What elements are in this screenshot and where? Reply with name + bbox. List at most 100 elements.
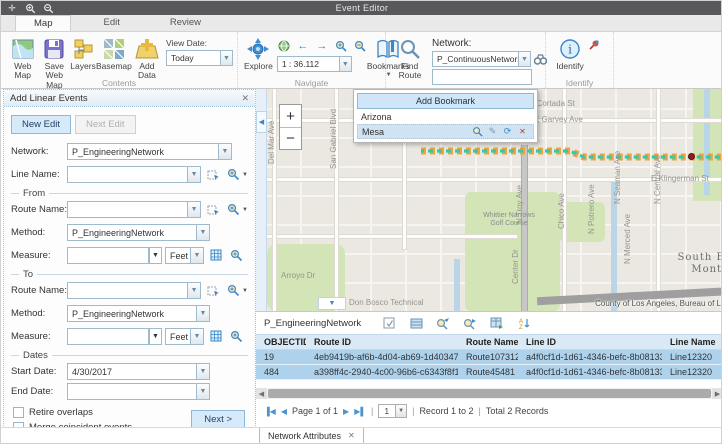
map-zoom-out-button[interactable]: −	[280, 127, 301, 149]
chevron-down-icon[interactable]: ▼	[197, 305, 210, 322]
table-row[interactable]: 194eb9419b-af6b-4d04-ab69-1d403476802bRo…	[256, 350, 722, 365]
chevron-down-icon[interactable]: ▼	[197, 224, 210, 241]
new-edit-button[interactable]: New Edit	[11, 115, 71, 134]
zoom-to-selection-icon[interactable]	[436, 316, 450, 330]
panel-splitter[interactable]: ◀	[256, 89, 267, 311]
basemap-button[interactable]: Basemap	[96, 35, 132, 71]
pan-to-selection-icon[interactable]	[463, 316, 477, 330]
horizontal-scrollbar[interactable]: ◀ ▶	[256, 388, 722, 399]
zoom-in-icon[interactable]	[334, 39, 348, 53]
measure-table-icon[interactable]	[209, 329, 224, 344]
zoom-select-icon[interactable]	[229, 329, 244, 344]
zoom-select-icon[interactable]	[226, 167, 241, 182]
from-route-name-input[interactable]	[67, 201, 188, 218]
explore-button[interactable]: Explore	[244, 35, 273, 71]
refresh-bookmark-icon[interactable]: ⟳	[501, 126, 514, 138]
from-method-select[interactable]: P_EngineeringNetwork	[67, 224, 197, 241]
bookmark-item[interactable]: Arizona	[357, 109, 534, 124]
column-header[interactable]: Route Name	[458, 335, 518, 349]
pushpin-icon[interactable]	[588, 39, 600, 51]
chevron-down-icon[interactable]: ▼	[149, 247, 162, 264]
line-name-input[interactable]	[67, 166, 188, 183]
scrollbar-thumb[interactable]	[268, 389, 711, 398]
from-measure-input[interactable]	[67, 247, 149, 264]
chevron-down-icon[interactable]: ▼	[518, 51, 531, 67]
zoom-out-icon[interactable]	[353, 39, 367, 53]
start-date-input[interactable]: 4/30/2017	[67, 363, 197, 380]
next-extent-icon[interactable]: →	[315, 39, 329, 53]
tab-network-attributes[interactable]: Network Attributes ✕	[259, 428, 364, 444]
to-method-select[interactable]: P_EngineeringNetwork	[67, 305, 197, 322]
zoom-to-bookmark-icon[interactable]	[471, 126, 484, 138]
scale-combo[interactable]: 1 : 36.112 ▼	[277, 56, 367, 72]
chevron-down-icon[interactable]: ▼	[188, 166, 201, 183]
chevron-down-icon[interactable]: ▼	[242, 172, 248, 178]
bookmark-item[interactable]: Mesa ✎ ⟳ ✕	[357, 124, 534, 139]
tab-map[interactable]: Map	[15, 15, 71, 31]
full-extent-icon[interactable]	[277, 39, 291, 53]
layers-button[interactable]: Layers	[70, 35, 96, 71]
scroll-right-icon[interactable]: ▶	[712, 388, 722, 399]
tab-review[interactable]: Review	[152, 15, 219, 31]
zoom-select-icon[interactable]	[226, 202, 241, 217]
chevron-down-icon[interactable]: ▼	[191, 328, 204, 345]
collapse-table-icon[interactable]: ▼	[318, 297, 346, 310]
add-bookmark-button[interactable]: Add Bookmark	[357, 93, 534, 109]
route-search-input[interactable]	[432, 69, 532, 85]
collapse-panel-icon[interactable]: ◀	[256, 111, 267, 133]
retire-overlaps-checkbox[interactable]	[13, 407, 24, 418]
edit-bookmark-icon[interactable]: ✎	[486, 126, 499, 138]
tab-edit[interactable]: Edit	[85, 15, 137, 31]
column-header[interactable]: OBJECTID	[256, 335, 306, 349]
chevron-down-icon[interactable]: ▼	[188, 282, 201, 299]
chevron-down-icon[interactable]: ▼	[191, 247, 204, 264]
zoom-select-icon[interactable]	[226, 283, 241, 298]
column-header[interactable]: Line ID	[518, 335, 662, 349]
chevron-down-icon[interactable]: ▼	[197, 363, 210, 380]
chevron-down-icon[interactable]: ▼	[220, 50, 233, 66]
close-icon[interactable]: ✕	[348, 431, 355, 440]
next-page-icon[interactable]: ▶	[343, 407, 349, 416]
identify-button[interactable]: i Identify	[552, 35, 588, 71]
to-unit-select[interactable]: Feet	[165, 328, 191, 345]
web-map-button[interactable]: Web Map	[7, 35, 39, 81]
add-selected-icon[interactable]	[490, 316, 504, 330]
select-records-icon[interactable]	[382, 316, 396, 330]
select-on-map-icon[interactable]	[206, 167, 221, 182]
measure-table-icon[interactable]	[209, 248, 224, 263]
column-header[interactable]: Route ID	[306, 335, 458, 349]
from-unit-select[interactable]: Feet	[165, 247, 191, 264]
map-zoom-in-button[interactable]: +	[280, 105, 301, 127]
first-page-icon[interactable]: ▐◀	[264, 407, 276, 416]
column-header[interactable]: Line Name	[662, 335, 722, 349]
chevron-down-icon[interactable]: ▼	[197, 383, 210, 400]
select-on-map-icon[interactable]	[206, 283, 221, 298]
previous-extent-icon[interactable]: ←	[296, 39, 310, 53]
end-date-input[interactable]	[67, 383, 197, 400]
map-canvas[interactable]: E Cortada St E Garvey Ave E Klingerman S…	[267, 89, 722, 311]
prev-page-icon[interactable]: ◀	[281, 407, 287, 416]
point-event-marker[interactable]	[688, 153, 695, 160]
next-edit-button[interactable]: Next Edit	[75, 115, 136, 134]
to-measure-input[interactable]	[67, 328, 149, 345]
close-icon[interactable]: ✕	[241, 93, 249, 104]
chevron-down-icon[interactable]: ▼	[242, 288, 248, 294]
delete-bookmark-icon[interactable]: ✕	[516, 126, 529, 138]
view-date-combo[interactable]: Today ▼	[166, 50, 233, 66]
find-route-button[interactable]: Find Route	[392, 35, 428, 81]
chevron-down-icon[interactable]: ▼	[188, 201, 201, 218]
to-route-name-input[interactable]	[67, 282, 188, 299]
table-row[interactable]: 484a398ff4c-2940-4c00-96b6-c6343f8f1711R…	[256, 365, 722, 380]
zoom-select-icon[interactable]	[229, 248, 244, 263]
chevron-down-icon[interactable]: ▼	[242, 207, 248, 213]
chevron-down-icon[interactable]: ▼	[339, 56, 352, 72]
attribute-window-icon[interactable]	[409, 316, 423, 330]
page-select[interactable]: 1 ▼	[378, 404, 407, 418]
select-on-map-icon[interactable]	[206, 202, 221, 217]
scroll-left-icon[interactable]: ◀	[256, 388, 267, 399]
sort-icon[interactable]: AZ	[517, 316, 531, 330]
add-data-button[interactable]: Add Data	[132, 35, 162, 81]
network-combo[interactable]: P_ContinuousNetwork ▼	[432, 51, 531, 67]
chevron-down-icon[interactable]: ▼	[396, 404, 407, 418]
chevron-down-icon[interactable]: ▼	[219, 143, 232, 160]
